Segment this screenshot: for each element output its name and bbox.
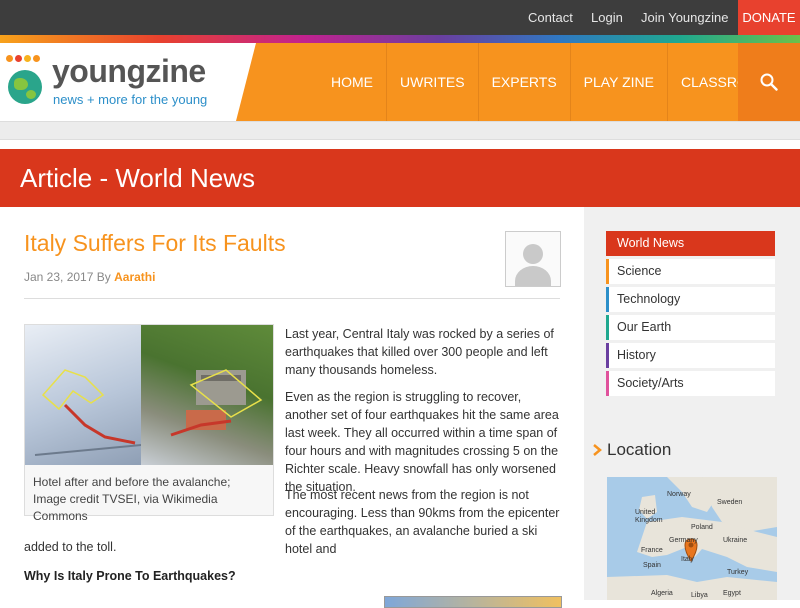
- paragraph-2: Even as the region is struggling to reco…: [285, 390, 559, 494]
- nav-experts[interactable]: EXPERTS: [477, 43, 570, 121]
- article-figure: Hotel after and before the avalanche; Im…: [24, 324, 274, 523]
- author-avatar: [505, 231, 561, 287]
- map-label-turkey: Turkey: [727, 569, 749, 576]
- map-label-sweden: Sweden: [717, 499, 743, 506]
- chevron-right-icon: [593, 444, 602, 456]
- paragraph-1: Last year, Central Italy was rocked by a…: [285, 327, 554, 377]
- map-label-egypt: Egypt: [723, 590, 741, 597]
- sidebar-item-society-arts[interactable]: Society/Arts: [606, 371, 775, 396]
- section-banner: Article - World News: [0, 149, 800, 207]
- map-label-france: France: [641, 547, 663, 554]
- article-meta: Jan 23, 2017 By Aarathi: [24, 270, 155, 284]
- author-link[interactable]: Aarathi: [114, 270, 155, 284]
- article-title: Italy Suffers For Its Faults: [24, 230, 286, 256]
- map-label-germany: Germany: [669, 537, 698, 544]
- page-title: Article - World News: [20, 163, 256, 193]
- join-link[interactable]: Join Youngzine: [641, 0, 728, 35]
- map-label-norway: Norway: [667, 491, 691, 498]
- search-icon: [760, 73, 778, 91]
- map-label-italy: Italy: [681, 556, 694, 563]
- map-label-uk: United Kingdom: [635, 509, 663, 524]
- map-label-spain: Spain: [643, 562, 661, 569]
- map-label-ukraine: Ukraine: [723, 537, 748, 544]
- sidebar: World News Science Technology Our Earth …: [584, 207, 800, 600]
- article-main: Italy Suffers For Its Faults Jan 23, 201…: [0, 207, 584, 608]
- header-divider: [0, 121, 800, 140]
- avalanche-photo-before[interactable]: [141, 325, 273, 465]
- article-subheading: Why Is Italy Prone To Earthquakes?: [24, 569, 236, 583]
- article-date: Jan 23, 2017: [24, 270, 94, 284]
- nav-play-zine[interactable]: PLAY ZINE: [569, 43, 667, 121]
- nav-home[interactable]: HOME: [318, 43, 386, 121]
- inline-map-image[interactable]: [384, 596, 562, 608]
- map-label-libya: Libya: [691, 592, 708, 599]
- kids-figures-icon: [6, 55, 46, 69]
- divider: [24, 298, 560, 299]
- map-label-poland: Poland: [691, 524, 713, 531]
- paragraph-3-continued: added to the toll.: [24, 540, 117, 554]
- logo-wordmark: youngzine: [52, 53, 206, 89]
- top-bar: Contact Login Join Youngzine DONATE: [0, 0, 800, 35]
- search-button[interactable]: [738, 43, 800, 121]
- donate-button[interactable]: DONATE: [738, 0, 800, 35]
- logo-tagline: news + more for the young: [53, 92, 208, 107]
- rainbow-strip: [0, 35, 800, 43]
- image-caption: Hotel after and before the avalanche; Im…: [33, 475, 231, 523]
- location-map[interactable]: Norway Sweden United Kingdom Germany Pol…: [607, 477, 777, 600]
- sidebar-item-world-news[interactable]: World News: [606, 231, 775, 256]
- site-header: youngzine news + more for the young HOME…: [0, 43, 800, 121]
- location-heading: Location: [607, 440, 672, 459]
- logo[interactable]: youngzine news + more for the young: [0, 43, 256, 121]
- map-label-algeria: Algeria: [651, 590, 673, 597]
- avalanche-photo-after[interactable]: [25, 325, 141, 465]
- article-by: By: [96, 270, 111, 284]
- contact-link[interactable]: Contact: [528, 0, 573, 35]
- globe-icon: [8, 70, 42, 104]
- nav-uwrites[interactable]: UWRITES: [386, 43, 478, 121]
- sidebar-item-technology[interactable]: Technology: [606, 287, 775, 312]
- main-nav: HOME UWRITES EXPERTS PLAY ZINE CLASSROOM: [318, 43, 783, 121]
- sidebar-item-history[interactable]: History: [606, 343, 775, 368]
- sidebar-item-science[interactable]: Science: [606, 259, 775, 284]
- login-link[interactable]: Login: [591, 0, 623, 35]
- sidebar-item-our-earth[interactable]: Our Earth: [606, 315, 775, 340]
